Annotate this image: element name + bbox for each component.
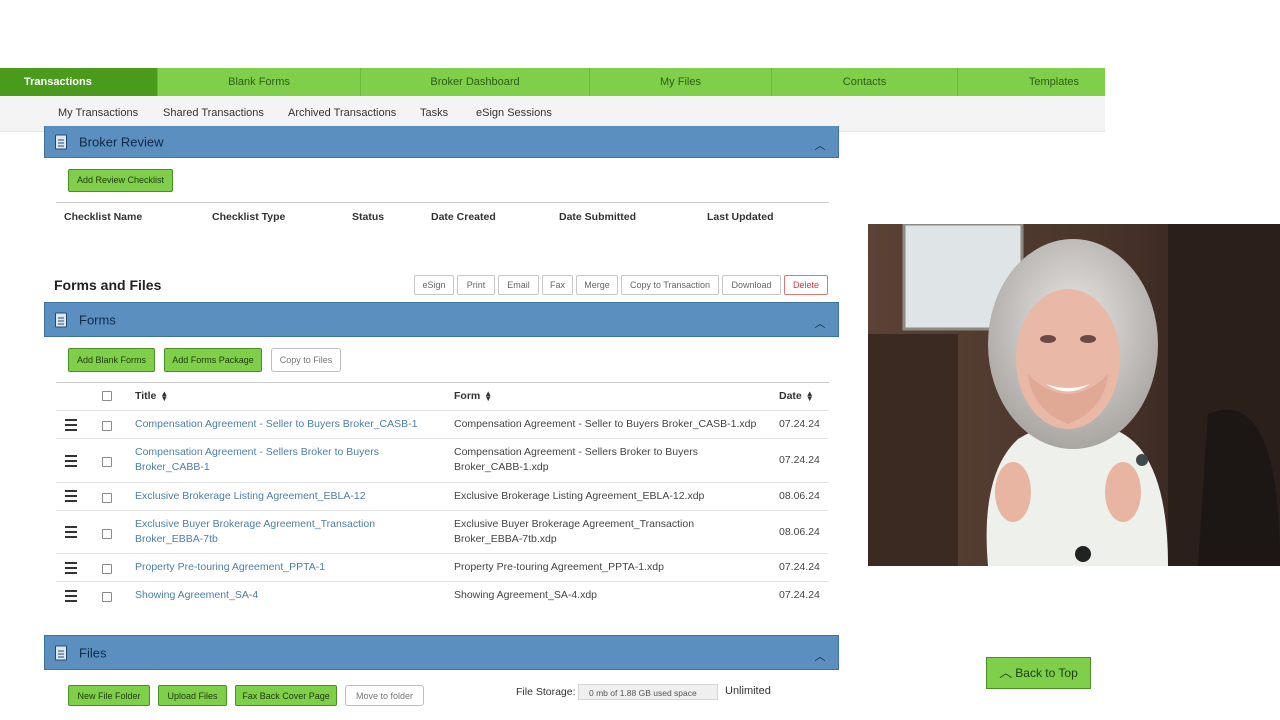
drag-handle-icon[interactable]	[65, 419, 77, 431]
form-file: Exclusive Buyer Brokerage Agreement_Tran…	[454, 518, 695, 545]
move-to-folder-button[interactable]: Move to folder	[345, 685, 424, 706]
col-date-created: Date Created	[431, 211, 496, 223]
col-title[interactable]: Title ▲ ▼	[135, 390, 168, 403]
upload-files-button[interactable]: Upload Files	[158, 685, 227, 706]
tab-templates[interactable]: Templates	[958, 68, 1105, 96]
row-checkbox[interactable]	[102, 421, 112, 431]
form-date: 07.24.24	[779, 418, 820, 430]
files-section-header[interactable]: Files ︿	[44, 635, 839, 670]
drag-handle-icon[interactable]	[65, 526, 77, 538]
main-nav: Transactions Blank Forms Broker Dashboar…	[0, 68, 1105, 96]
form-title-link[interactable]: Exclusive Buyer Brokerage Agreement_Tran…	[135, 517, 395, 547]
drag-handle-icon[interactable]	[65, 490, 77, 502]
fax-back-cover-page-button[interactable]: Fax Back Cover Page	[235, 685, 337, 706]
document-icon	[55, 645, 67, 660]
drag-handle-icon[interactable]	[65, 590, 77, 602]
form-date: 07.24.24	[779, 561, 820, 573]
esign-button[interactable]: eSign	[414, 275, 454, 295]
row-checkbox[interactable]	[102, 564, 112, 574]
form-file: Exclusive Brokerage Listing Agreement_EB…	[454, 490, 705, 502]
tab-broker-dashboard[interactable]: Broker Dashboard	[361, 68, 590, 96]
copy-to-files-button[interactable]: Copy to Files	[271, 348, 341, 372]
drag-handle-icon[interactable]	[65, 562, 77, 574]
forms-title: Forms	[79, 312, 116, 327]
forms-section-header[interactable]: Forms ︿	[44, 302, 839, 337]
col-checklist-type: Checklist Type	[212, 211, 286, 223]
col-checklist-name: Checklist Name	[64, 211, 143, 223]
row-checkbox[interactable]	[102, 493, 112, 503]
form-file: Property Pre-touring Agreement_PPTA-1.xd…	[454, 561, 664, 573]
add-review-checklist-button[interactable]: Add Review Checklist	[68, 169, 173, 192]
col-date[interactable]: Date ▲ ▼	[779, 390, 814, 403]
download-button[interactable]: Download	[722, 275, 781, 295]
drag-handle-icon[interactable]	[65, 455, 77, 467]
broker-review-title: Broker Review	[79, 134, 164, 149]
sort-icon[interactable]: ▲ ▼	[806, 390, 814, 403]
document-icon	[55, 134, 67, 149]
sort-icon[interactable]: ▲ ▼	[484, 390, 492, 403]
col-date-submitted: Date Submitted	[559, 211, 637, 223]
row-checkbox[interactable]	[102, 592, 112, 602]
form-title-link[interactable]: Showing Agreement_SA-4	[135, 588, 435, 603]
document-icon	[55, 312, 67, 327]
merge-button[interactable]: Merge	[576, 275, 618, 295]
email-button[interactable]: Email	[498, 275, 539, 295]
storage-limit: Unlimited	[725, 685, 771, 697]
form-date: 08.06.24	[779, 526, 820, 538]
form-date: 08.06.24	[779, 490, 820, 502]
chevron-up-icon[interactable]: ︿	[814, 648, 826, 663]
select-all-checkbox[interactable]	[102, 391, 112, 401]
row-checkbox[interactable]	[102, 529, 112, 539]
tab-contacts[interactable]: Contacts	[772, 68, 958, 96]
tab-transactions[interactable]: Transactions	[0, 68, 158, 96]
form-title-link[interactable]: Compensation Agreement - Seller to Buyer…	[135, 417, 435, 432]
row-checkbox[interactable]	[102, 457, 112, 467]
col-status: Status	[352, 211, 385, 223]
file-storage-label: File Storage:	[516, 686, 576, 698]
sort-icon[interactable]: ▲ ▼	[160, 390, 168, 403]
form-title-link[interactable]: Property Pre-touring Agreement_PPTA-1	[135, 560, 435, 575]
copy-to-transaction-button[interactable]: Copy to Transaction	[621, 275, 719, 295]
broker-review-header[interactable]: Broker Review ︿	[44, 126, 839, 158]
form-date: 07.24.24	[779, 589, 820, 601]
forms-files-heading: Forms and Files	[54, 277, 162, 293]
tab-my-files[interactable]: My Files	[590, 68, 772, 96]
print-button[interactable]: Print	[457, 275, 495, 295]
add-blank-forms-button[interactable]: Add Blank Forms	[68, 348, 155, 372]
col-last-updated: Last Updated	[707, 211, 774, 223]
fax-button[interactable]: Fax	[542, 275, 573, 295]
form-file: Compensation Agreement - Sellers Broker …	[454, 446, 698, 473]
new-file-folder-button[interactable]: New File Folder	[68, 685, 150, 706]
chevron-up-icon: ︿	[999, 665, 1013, 680]
delete-button[interactable]: Delete	[784, 275, 828, 295]
webcam-video	[868, 224, 1280, 566]
files-title: Files	[79, 645, 107, 660]
back-to-top-button[interactable]: ︿ Back to Top	[986, 657, 1091, 689]
chevron-up-icon[interactable]: ︿	[814, 137, 826, 152]
form-title-link[interactable]: Exclusive Brokerage Listing Agreement_EB…	[135, 489, 435, 504]
form-date: 07.24.24	[779, 454, 820, 466]
tab-blank-forms[interactable]: Blank Forms	[158, 68, 361, 96]
add-forms-package-button[interactable]: Add Forms Package	[164, 348, 262, 372]
form-file: Showing Agreement_SA-4.xdp	[454, 589, 598, 601]
storage-usage-bar: 0 mb of 1.88 GB used space	[578, 684, 718, 700]
chevron-up-icon[interactable]: ︿	[814, 315, 826, 330]
form-title-link[interactable]: Compensation Agreement - Sellers Broker …	[135, 445, 395, 475]
form-file: Compensation Agreement - Seller to Buyer…	[454, 418, 757, 430]
col-form[interactable]: Form ▲ ▼	[454, 390, 492, 403]
